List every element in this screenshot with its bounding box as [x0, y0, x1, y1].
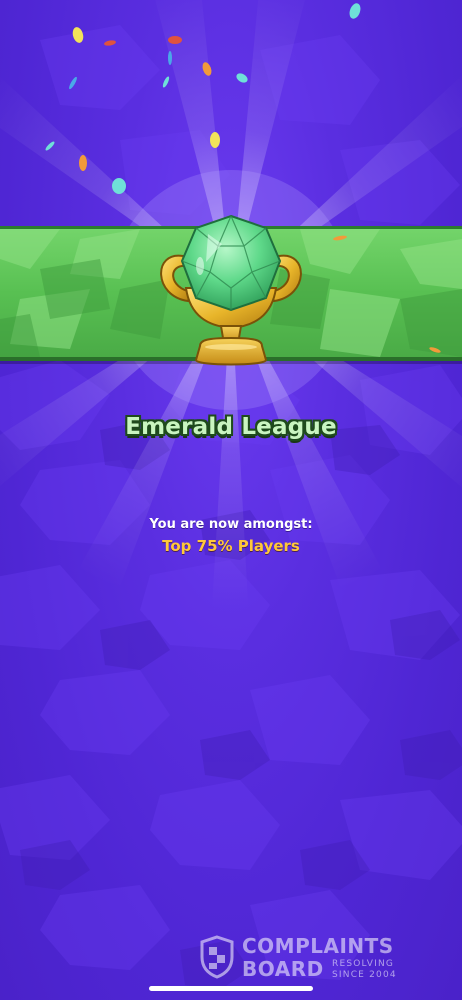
home-indicator[interactable]: [149, 986, 313, 991]
emerald-trophy-icon: [160, 214, 302, 366]
league-title: Emerald League: [125, 414, 337, 440]
rank-label: You are now amongst:: [149, 517, 313, 532]
league-promotion-screen[interactable]: Emerald League You are now amongst: Top …: [0, 0, 462, 1000]
rank-value: Top 75% Players: [162, 537, 300, 555]
shield-icon: [200, 935, 234, 979]
watermark-word-complaints: COMPLAINTS: [242, 934, 394, 958]
watermark-word-board: BOARD: [242, 957, 324, 981]
watermark-tagline-2: SINCE 2004: [332, 970, 397, 980]
watermark-logo: COMPLAINTS BOARD RESOLVING SINCE 2004: [200, 934, 440, 984]
watermark-tagline-1: RESOLVING: [332, 959, 395, 969]
